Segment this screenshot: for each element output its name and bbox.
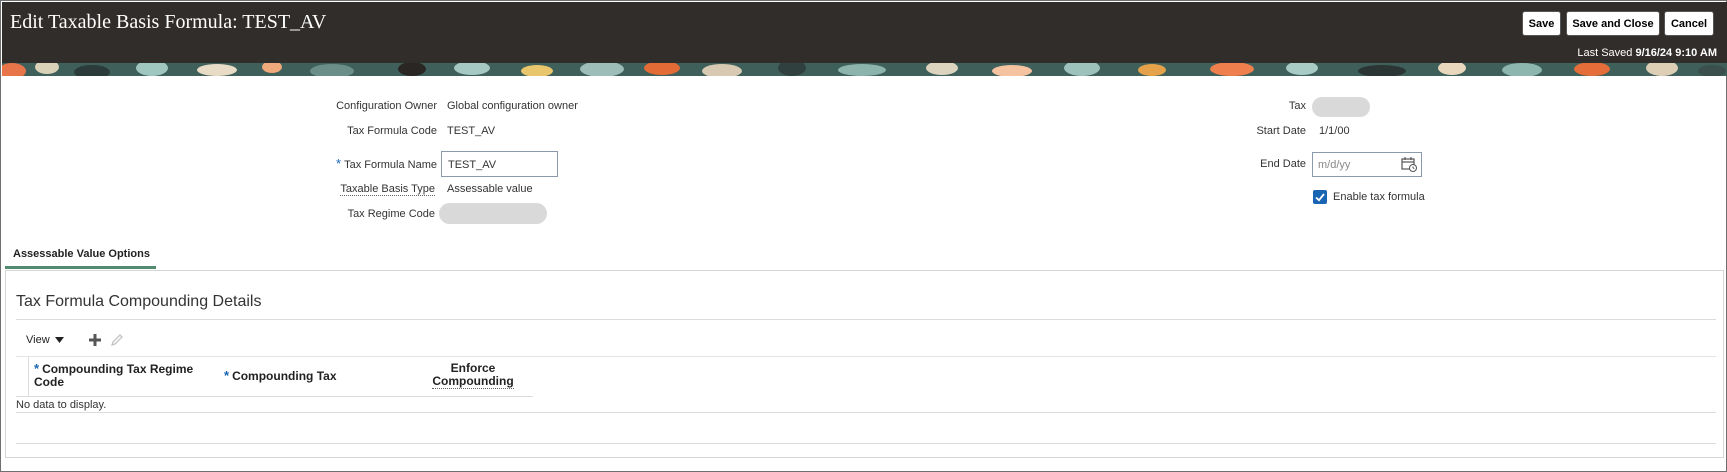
end-date-label: End Date xyxy=(1260,158,1306,170)
start-date-label: Start Date xyxy=(1256,125,1306,137)
enable-formula-label: Enable tax formula xyxy=(1333,191,1425,203)
page-frame: Edit Taxable Basis Formula: TEST_AV Save… xyxy=(0,0,1727,472)
save-button-label: Save xyxy=(1528,17,1555,30)
end-date-placeholder: m/d/yy xyxy=(1318,159,1351,171)
required-indicator: * xyxy=(336,156,342,171)
column-header-regime-code-line1: Compounding Tax Regime xyxy=(42,362,194,376)
tax-value-placeholder xyxy=(1312,97,1370,117)
section-divider xyxy=(16,319,1716,320)
regime-code-value-placeholder xyxy=(439,203,547,224)
page-title: Edit Taxable Basis Formula: TEST_AV xyxy=(10,11,327,33)
add-icon[interactable] xyxy=(87,332,103,348)
toolbar-divider xyxy=(16,356,1716,357)
basis-type-label-wrap: Taxable Basis Type xyxy=(301,183,435,196)
view-menu-label: View xyxy=(26,334,50,346)
required-indicator: * xyxy=(224,368,230,383)
calendar-icon[interactable] xyxy=(1401,156,1417,172)
required-indicator: * xyxy=(34,361,40,376)
decorative-banner xyxy=(2,63,1727,76)
cancel-label: Cancel xyxy=(1670,17,1708,30)
view-menu[interactable]: View xyxy=(26,334,64,346)
formula-name-label: Tax Formula Name xyxy=(344,159,437,171)
column-header-enforce-line1: Enforce xyxy=(450,361,496,375)
table-footer-divider xyxy=(16,443,1716,444)
header-row-divider xyxy=(16,396,533,397)
regime-code-label: Tax Regime Code xyxy=(347,208,435,220)
save-button[interactable]: Save xyxy=(1522,11,1561,36)
basis-type-value: Assessable value xyxy=(447,183,533,195)
section-title: Tax Formula Compounding Details xyxy=(16,293,262,310)
checkmark-icon xyxy=(1315,193,1325,202)
end-date-input[interactable]: m/d/yy xyxy=(1312,152,1422,177)
column-header-enforce-line2: Compounding xyxy=(432,374,514,389)
column-header-enforce-compounding[interactable]: Enforce Compounding xyxy=(418,361,528,389)
table-body-divider xyxy=(16,412,1716,413)
tab-assessable-value-options[interactable]: Assessable Value Options xyxy=(5,241,156,269)
save-and-close-label: Save and Close xyxy=(1572,17,1654,30)
formula-name-label-wrap: * Tax Formula Name xyxy=(301,156,437,171)
column-separator xyxy=(28,357,29,396)
tax-label: Tax xyxy=(1288,100,1306,112)
page-header: Edit Taxable Basis Formula: TEST_AV Save… xyxy=(2,2,1727,63)
column-header-regime-code[interactable]: * Compounding Tax Regime Code xyxy=(34,362,209,389)
no-data-message: No data to display. xyxy=(16,399,107,411)
formula-code-value: TEST_AV xyxy=(447,125,496,137)
column-header-compounding-tax[interactable]: * Compounding Tax xyxy=(224,369,354,383)
last-saved-label: Last Saved xyxy=(1577,47,1633,59)
config-owner-label: Configuration Owner xyxy=(336,100,437,112)
save-and-close-button[interactable]: Save and Close xyxy=(1566,11,1660,36)
compounding-details-panel: Tax Formula Compounding Details View * Co… xyxy=(5,270,1724,458)
config-owner-value: Global configuration owner xyxy=(447,100,578,112)
last-saved-info: Last Saved 9/16/24 9:10 AM xyxy=(1577,47,1717,59)
dropdown-arrow-icon xyxy=(54,337,64,343)
last-saved-value: 9/16/24 9:10 AM xyxy=(1635,47,1717,59)
edit-icon xyxy=(110,334,123,347)
column-header-compounding-tax-label: Compounding Tax xyxy=(232,369,337,383)
basis-type-label: Taxable Basis Type xyxy=(340,183,435,196)
formula-name-input[interactable]: TEST_AV xyxy=(441,151,558,177)
start-date-value: 1/1/00 xyxy=(1319,125,1350,137)
formula-code-label: Tax Formula Code xyxy=(347,125,437,137)
column-header-regime-code-line2: Code xyxy=(34,375,64,389)
cancel-button[interactable]: Cancel xyxy=(1664,11,1714,36)
enable-formula-checkbox[interactable] xyxy=(1313,190,1327,204)
